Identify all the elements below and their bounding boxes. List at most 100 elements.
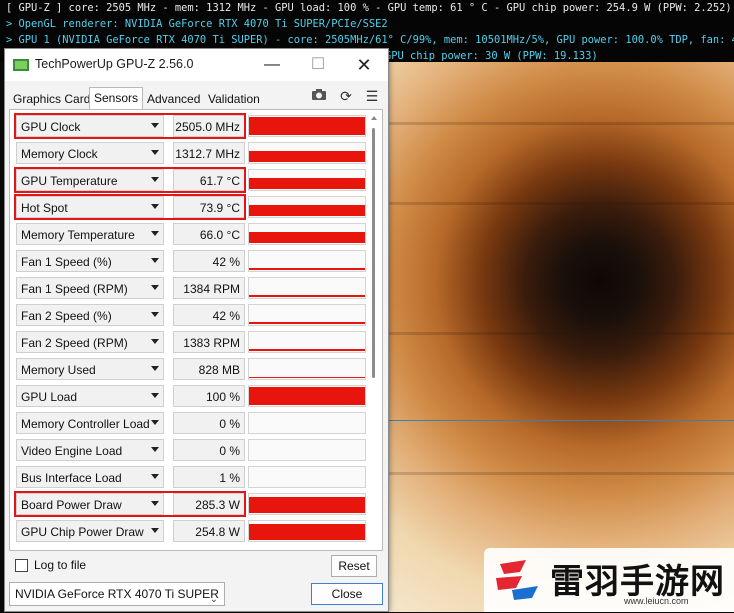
sensor-name: Video Engine Load	[21, 444, 123, 458]
tab-advanced[interactable]: Advanced	[143, 90, 204, 108]
sensor-name-dropdown[interactable]: Memory Controller Load	[16, 412, 164, 434]
sensor-name: GPU Chip Power Draw	[21, 525, 144, 539]
dropdown-arrow-icon	[151, 123, 159, 128]
dropdown-arrow-icon	[151, 285, 159, 290]
sensor-graph-fill	[249, 524, 365, 540]
watermark-url: www.leiucn.com	[624, 596, 689, 606]
sensor-graph	[248, 439, 366, 461]
dropdown-arrow-icon	[151, 150, 159, 155]
sensor-graph	[248, 169, 366, 191]
sensors-scrollbar[interactable]	[370, 114, 378, 544]
bottom-bar: Log to file Reset NVIDIA GeForce RTX 407…	[9, 553, 384, 613]
sensor-graph-fill	[249, 151, 365, 162]
sensor-name-dropdown[interactable]: Video Engine Load	[16, 439, 164, 461]
sensor-name: Memory Clock	[21, 147, 98, 161]
sensor-graph	[248, 115, 366, 137]
sensor-graph-fill	[249, 349, 365, 351]
sensor-graph	[248, 304, 366, 326]
sensor-name-dropdown[interactable]: Board Power Draw	[16, 493, 164, 515]
sensor-name-dropdown[interactable]: Fan 1 Speed (%)	[16, 250, 164, 272]
sensor-graph-fill	[249, 232, 365, 243]
sensor-name-dropdown[interactable]: Memory Clock	[16, 142, 164, 164]
sensor-name: Fan 1 Speed (RPM)	[21, 282, 128, 296]
dropdown-arrow-icon	[151, 312, 159, 317]
minimize-button[interactable]: —	[249, 49, 295, 81]
sensor-graph	[248, 466, 366, 488]
dropdown-arrow-icon	[151, 501, 159, 506]
console-line: [ GPU-Z ] core: 2505 MHz - mem: 1312 MHz…	[6, 2, 734, 14]
sensor-name: Board Power Draw	[21, 498, 122, 512]
sensor-graph	[248, 412, 366, 434]
sensor-name: GPU Load	[21, 390, 78, 404]
sensor-value: 254.8 W	[173, 520, 245, 542]
sensor-value: 61.7 °C	[173, 169, 245, 191]
sensor-graph	[248, 250, 366, 272]
dropdown-arrow-icon	[151, 528, 159, 533]
sensor-name: Fan 2 Speed (RPM)	[21, 336, 128, 350]
sensor-graph-fill	[249, 377, 365, 378]
tab-graphics-card[interactable]: Graphics Card	[9, 90, 94, 108]
sensor-graph-fill	[249, 387, 365, 405]
console-line: > GPU 1 (NVIDIA GeForce RTX 4070 Ti SUPE…	[6, 34, 734, 46]
sensors-panel: GPU Clock 2505.0 MHz Memory Clock 1312.7 MH…	[9, 109, 383, 551]
refresh-icon[interactable]: ⟳	[337, 87, 355, 105]
camera-icon[interactable]	[310, 87, 328, 105]
title-bar[interactable]: TechPowerUp GPU-Z 2.56.0 — ☐ ✕	[5, 49, 388, 81]
sensor-name-dropdown[interactable]: Fan 2 Speed (RPM)	[16, 331, 164, 353]
hamburger-menu-icon[interactable]: ☰	[363, 87, 381, 105]
sensor-name-dropdown[interactable]: Memory Used	[16, 358, 164, 380]
sensor-graph	[248, 142, 366, 164]
sensor-name: GPU Temperature	[21, 174, 118, 188]
sensor-value: 1383 RPM	[173, 331, 245, 353]
sensor-value: 0 %	[173, 412, 245, 434]
close-button[interactable]: Close	[311, 583, 383, 605]
sensor-graph	[248, 520, 366, 542]
sensor-name-dropdown[interactable]: Bus Interface Load	[16, 466, 164, 488]
gpuz-window: TechPowerUp GPU-Z 2.56.0 — ☐ ✕ Graphics …	[4, 48, 389, 612]
gpu-select-value: NVIDIA GeForce RTX 4070 Ti SUPER	[15, 587, 219, 601]
sensor-graph-fill	[249, 178, 365, 189]
sensor-name-dropdown[interactable]: Hot Spot	[16, 196, 164, 218]
close-window-button[interactable]: ✕	[341, 49, 387, 81]
gpu-select-dropdown[interactable]: NVIDIA GeForce RTX 4070 Ti SUPER ⌄	[9, 582, 225, 606]
sensor-name-dropdown[interactable]: GPU Load	[16, 385, 164, 407]
sensor-value: 42 %	[173, 304, 245, 326]
tab-sensors[interactable]: Sensors	[89, 87, 144, 110]
sensor-name: Bus Interface Load	[21, 471, 122, 485]
sensor-graph-fill	[249, 268, 365, 270]
dropdown-arrow-icon	[151, 231, 159, 236]
sensor-value: 42 %	[173, 250, 245, 272]
sensor-value: 828 MB	[173, 358, 245, 380]
log-to-file-checkbox[interactable]	[15, 559, 28, 572]
sensor-name: Fan 2 Speed (%)	[21, 309, 112, 323]
sensor-graph	[248, 493, 366, 515]
dropdown-arrow-icon	[151, 420, 159, 425]
furmark-render-area	[385, 62, 734, 612]
sensor-value: 1384 RPM	[173, 277, 245, 299]
sensor-graph	[248, 277, 366, 299]
sensor-name-dropdown[interactable]: GPU Temperature	[16, 169, 164, 191]
chevron-down-icon: ⌄	[209, 594, 218, 605]
sensor-name-dropdown[interactable]: GPU Clock	[16, 115, 164, 137]
sensor-graph	[248, 223, 366, 245]
sensor-graph-fill	[249, 205, 365, 216]
sensor-name: Memory Used	[21, 363, 96, 377]
console-line: > OpenGL renderer: NVIDIA GeForce RTX 40…	[6, 18, 388, 30]
sensor-name-dropdown[interactable]: Fan 2 Speed (%)	[16, 304, 164, 326]
dropdown-arrow-icon	[151, 393, 159, 398]
watermark-logo-icon	[496, 560, 538, 600]
sensor-name-dropdown[interactable]: Fan 1 Speed (RPM)	[16, 277, 164, 299]
sensor-name: GPU Clock	[21, 120, 81, 134]
tab-validation[interactable]: Validation	[204, 90, 264, 108]
dropdown-arrow-icon	[151, 204, 159, 209]
gpuz-app-icon	[13, 59, 29, 71]
sensor-name-dropdown[interactable]: GPU Chip Power Draw	[16, 520, 164, 542]
sensor-value: 285.3 W	[173, 493, 245, 515]
dropdown-arrow-icon	[151, 474, 159, 479]
sensor-name-dropdown[interactable]: Memory Temperature	[16, 223, 164, 245]
reset-button[interactable]: Reset	[331, 555, 377, 577]
sensor-graph	[248, 331, 366, 353]
maximize-button[interactable]: ☐	[295, 49, 341, 81]
dropdown-arrow-icon	[151, 177, 159, 182]
sensor-name: Fan 1 Speed (%)	[21, 255, 112, 269]
